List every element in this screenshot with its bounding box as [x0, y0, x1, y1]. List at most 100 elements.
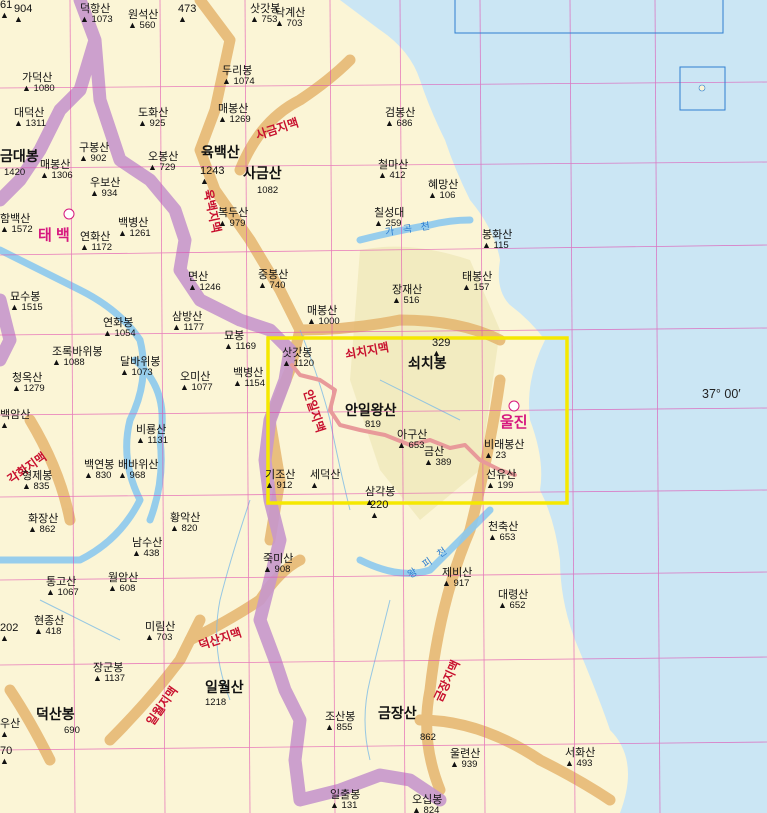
- peak-triangle-icon: ▲: [178, 14, 187, 24]
- peak-elevation: 418: [42, 626, 62, 637]
- peak-label: 미림산 ▲ 703: [145, 622, 175, 643]
- terrain-map[interactable]: 37° 00′ 태 백 울진 사금지맥 육백지맥 쇠치지맥 안일지맥 각화지맥 …: [0, 0, 767, 813]
- peak-elevation: 438: [140, 548, 160, 559]
- major-peak-geumdaebong: 금대봉: [0, 148, 39, 164]
- peak-elevation: 1246: [196, 282, 221, 293]
- peak-elevation-row: ▲ 1073: [80, 15, 113, 25]
- peak-elevation-row: ▲: [14, 15, 32, 25]
- peak-elevation: 23: [492, 450, 507, 461]
- peak-elevation-row: ▲ 934: [90, 189, 120, 199]
- peak-triangle-icon: ▲: [10, 302, 19, 312]
- peak-label: 연화봉 ▲ 1054: [103, 318, 136, 339]
- peak-elevation-row: ▲ 1077: [180, 383, 213, 393]
- peak-elevation: 1572: [8, 224, 33, 235]
- peak-triangle-icon: ▲: [79, 153, 88, 163]
- peak-label: 낙계산 ▲ 703: [275, 8, 305, 29]
- peak-elevation-row: ▲ 1154: [233, 379, 265, 389]
- peak-elevation: 608: [116, 583, 136, 594]
- peak-elevation-row: ▲ 1246: [188, 283, 221, 293]
- peak-label: 오미산 ▲ 1077: [180, 372, 213, 393]
- peak-triangle-icon: ▲: [233, 378, 242, 388]
- peak-elevation-row: ▲: [178, 15, 196, 25]
- peak-elevation: 968: [126, 470, 146, 481]
- peak-elevation-row: ▲ 1279: [12, 384, 45, 394]
- peak-elevation: 1172: [88, 242, 112, 253]
- peak-elevation: 979: [226, 218, 246, 229]
- peak-label: 통고산 ▲ 1067: [46, 577, 79, 598]
- peak-label: 329 ▲: [432, 338, 450, 359]
- peak-label: 중봉산 ▲ 740: [258, 270, 288, 291]
- peak-elevation: 824: [420, 805, 440, 813]
- grid-coordinate: 37° 00′: [702, 387, 741, 401]
- peak-triangle-icon: ▲: [136, 435, 145, 445]
- peak-elevation-row: ▲ 106: [428, 191, 458, 201]
- peak-elevation-row: ▲ 157: [462, 283, 492, 293]
- peak-elevation: 1169: [232, 341, 256, 352]
- peak-elevation: 1177: [180, 322, 204, 333]
- peak-elevation-row: ▲ 855: [325, 723, 355, 733]
- peak-elevation-row: ▲ 979: [218, 219, 248, 229]
- peak-elevation: 1137: [101, 673, 125, 684]
- uljin-marker: [508, 400, 520, 412]
- peak-elevation: 412: [386, 170, 406, 181]
- peak-elevation-row: ▲ 1306: [40, 171, 73, 181]
- peak-elevation-row: ▲ 968: [118, 471, 158, 481]
- peak-triangle-icon: ▲: [108, 583, 117, 593]
- peak-elevation-row: ▲ 820: [170, 524, 200, 534]
- peak-elevation: 729: [156, 162, 176, 173]
- peak-elevation-row: ▲ 703: [275, 19, 305, 29]
- peak-elevation: 1515: [18, 302, 43, 313]
- peak-label: 1243 ▲: [200, 166, 224, 187]
- peak-elevation: 1154: [241, 378, 265, 389]
- peak-triangle-icon: ▲: [488, 532, 497, 542]
- peak-elevation-row: ▲: [0, 421, 30, 431]
- peak-elevation-row: ▲: [0, 730, 20, 740]
- peak-triangle-icon: ▲: [565, 758, 574, 768]
- peak-elevation-row: ▲ 1131: [136, 436, 168, 446]
- peak-label: 오봉산 ▲ 729: [148, 152, 178, 173]
- peak-triangle-icon: ▲: [84, 470, 93, 480]
- peak-triangle-icon: ▲: [412, 805, 421, 813]
- peak-label: 오십봉 ▲ 824: [412, 795, 442, 813]
- peak-triangle-icon: ▲: [0, 633, 9, 643]
- peak-triangle-icon: ▲: [172, 322, 181, 332]
- peak-label: 면산 ▲ 1246: [188, 272, 221, 293]
- peak-label: 묘수봉 ▲ 1515: [10, 292, 43, 313]
- peak-elevation: 1306: [48, 170, 73, 181]
- peak-elevation: 1054: [111, 328, 136, 339]
- major-peak-geumdaebong-elev: 1420: [4, 167, 26, 178]
- peak-elevation-row: ▲ 824: [412, 806, 442, 813]
- peak-elevation-row: ▲ 729: [148, 163, 178, 173]
- peak-elevation: 1080: [30, 83, 55, 94]
- peak-label: 화장산 ▲ 862: [28, 514, 58, 535]
- peak-triangle-icon: ▲: [462, 282, 471, 292]
- peak-elevation: 1261: [126, 228, 151, 239]
- peak-elevation: 1073: [128, 367, 153, 378]
- peak-label: 복두산 ▲ 979: [218, 208, 248, 229]
- peak-elevation: 925: [146, 118, 166, 129]
- peak-label: 검봉산 ▲ 686: [385, 108, 415, 129]
- peak-elevation-row: ▲: [0, 634, 18, 644]
- peak-elevation: 106: [436, 190, 456, 201]
- peak-elevation: 157: [470, 282, 490, 293]
- peak-label: 달바위봉 ▲ 1073: [120, 357, 160, 378]
- peak-label: 백병산 ▲ 1154: [233, 368, 265, 389]
- peak-triangle-icon: ▲: [218, 114, 227, 124]
- peak-elevation: 912: [273, 480, 293, 491]
- peak-triangle-icon: ▲: [118, 470, 127, 480]
- peak-triangle-icon: ▲: [80, 14, 89, 24]
- peak-label: 백암산 ▲: [0, 410, 30, 431]
- peak-label: 남수산 ▲ 438: [132, 538, 162, 559]
- peak-triangle-icon: ▲: [52, 357, 61, 367]
- peak-triangle-icon: ▲: [0, 756, 9, 766]
- peak-elevation: 686: [393, 118, 413, 129]
- peak-triangle-icon: ▲: [265, 480, 274, 490]
- peak-elevation-row: ▲ 131: [330, 801, 360, 811]
- peak-triangle-icon: ▲: [148, 162, 157, 172]
- peak-elevation-row: ▲ 1000: [307, 317, 340, 327]
- peak-triangle-icon: ▲: [442, 578, 451, 588]
- peak-triangle-icon: ▲: [282, 358, 291, 368]
- peak-label: 기조산 ▲ 912: [265, 470, 295, 491]
- peak-triangle-icon: ▲: [482, 240, 491, 250]
- peak-label: 아구산 ▲ 653: [397, 430, 427, 451]
